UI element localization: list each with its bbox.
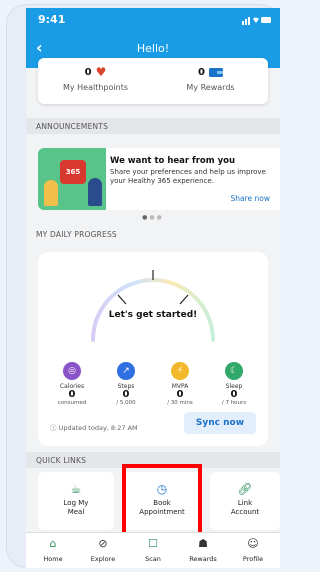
quick-link-label: Log My bbox=[63, 499, 89, 507]
points-card: 0 ♥ My Healthpoints 0 My Rewards bbox=[38, 58, 268, 104]
healthpoints-label: My Healthpoints bbox=[62, 83, 129, 92]
metric-value: 0 bbox=[230, 389, 238, 400]
gift-icon: ☗ bbox=[198, 537, 208, 550]
sync-now-button[interactable]: Sync now bbox=[184, 412, 256, 434]
heart-icon: ♥ bbox=[95, 65, 107, 79]
rewards-value: 0 bbox=[198, 66, 205, 78]
announcement-title: We want to hear from you bbox=[110, 156, 236, 166]
daily-progress-header: MY DAILY PROGRESS bbox=[26, 226, 280, 242]
metric-value: 0 bbox=[68, 389, 76, 400]
tab-rewards[interactable]: ☗ Rewards bbox=[178, 537, 228, 563]
home-icon: ⌂ bbox=[49, 537, 57, 550]
status-time: 9:41 bbox=[38, 13, 66, 26]
healthpoints-value: 0 bbox=[84, 66, 92, 78]
tab-label: Rewards bbox=[189, 555, 217, 563]
tab-scan[interactable]: ☐ Scan bbox=[128, 537, 178, 563]
announcement-card[interactable]: 365 We want to hear from you Share your … bbox=[38, 148, 280, 210]
highlight-box bbox=[122, 464, 202, 536]
bottom-tab-bar: ⌂ Home ⊘ Explore ☐ Scan ☗ Rewards ☺ Prof… bbox=[26, 532, 280, 568]
quick-link-label: Account bbox=[230, 508, 260, 516]
metric-value: 0 bbox=[176, 389, 184, 400]
last-updated: ⓘ Updated today, 8:27 AM bbox=[50, 422, 138, 432]
tab-label: Profile bbox=[242, 555, 264, 563]
page-title: Hello! bbox=[136, 42, 170, 55]
link-account-button[interactable]: 🔗︎ Link Account bbox=[210, 472, 280, 530]
gauge-message: Let's get started! bbox=[108, 310, 198, 320]
quick-links-label: QUICK LINKS bbox=[36, 456, 87, 465]
daily-progress-label: MY DAILY PROGRESS bbox=[36, 230, 117, 239]
metric-mvpa[interactable]: ⚡ MVPA 0 / 30 mins bbox=[154, 362, 206, 406]
metric-sleep[interactable]: ☾ Sleep 0 / 7 hours bbox=[208, 362, 260, 406]
log-meal-button[interactable]: ☕ Log My Meal bbox=[38, 472, 114, 530]
signal-wifi-battery-icon bbox=[242, 17, 271, 25]
metric-calories[interactable]: ◎ Calories 0 consumed bbox=[46, 362, 98, 406]
compass-icon: ⊘ bbox=[98, 537, 108, 550]
rewards-label: My Rewards bbox=[186, 83, 235, 92]
daily-progress-card: Let's get started! ◎ Calories 0 consumed… bbox=[38, 252, 268, 446]
calendar-icon: 365 bbox=[60, 160, 86, 184]
announcement-text: Share your preferences and help us impro… bbox=[110, 168, 266, 185]
tab-label: Home bbox=[43, 555, 63, 563]
progress-gauge bbox=[91, 270, 215, 342]
meal-icon: ☕ bbox=[70, 482, 82, 496]
tab-label: Explore bbox=[90, 555, 116, 563]
link-icon: 🔗︎ bbox=[237, 482, 253, 496]
moon-icon: ☾ bbox=[225, 362, 243, 380]
metric-steps[interactable]: ↗ Steps 0 / 5,000 bbox=[100, 362, 152, 406]
quick-link-label: Link bbox=[237, 499, 253, 507]
lightning-icon: ⚡ bbox=[171, 362, 189, 380]
announcement-illustration: 365 bbox=[38, 148, 106, 210]
profile-icon: ☺ bbox=[247, 537, 259, 550]
metric-unit: / 7 hours bbox=[221, 400, 247, 406]
rewards-summary[interactable]: 0 My Rewards bbox=[153, 64, 268, 93]
quick-link-label: Meal bbox=[67, 508, 85, 516]
share-now-link[interactable]: Share now bbox=[230, 194, 270, 203]
plate-icon: ◎ bbox=[63, 362, 81, 380]
announcements-label: ANNOUNCEMENTS bbox=[36, 122, 109, 131]
tab-label: Scan bbox=[145, 555, 161, 563]
info-icon: ⓘ bbox=[50, 424, 57, 432]
healthpoints-summary[interactable]: 0 ♥ My Healthpoints bbox=[38, 64, 153, 92]
tab-home[interactable]: ⌂ Home bbox=[28, 537, 78, 563]
steps-icon: ↗ bbox=[117, 362, 135, 380]
app-screen: 9:41 ‹ Hello! 0 ♥ My Healthpoints 0 My R… bbox=[26, 8, 280, 568]
wallet-icon bbox=[208, 68, 223, 77]
metric-unit: consumed bbox=[57, 400, 87, 406]
scan-icon: ☐ bbox=[148, 537, 158, 550]
announcements-header: ANNOUNCEMENTS bbox=[26, 118, 280, 134]
carousel-indicator: ●●● bbox=[142, 214, 164, 221]
tab-explore[interactable]: ⊘ Explore bbox=[78, 537, 128, 563]
tab-profile[interactable]: ☺ Profile bbox=[228, 537, 278, 563]
status-bar: 9:41 bbox=[26, 8, 280, 32]
last-updated-text: Updated today, 8:27 AM bbox=[58, 424, 138, 432]
metric-unit: / 30 mins bbox=[167, 400, 193, 406]
metric-unit: / 5,000 bbox=[116, 400, 136, 406]
metric-value: 0 bbox=[122, 389, 130, 400]
